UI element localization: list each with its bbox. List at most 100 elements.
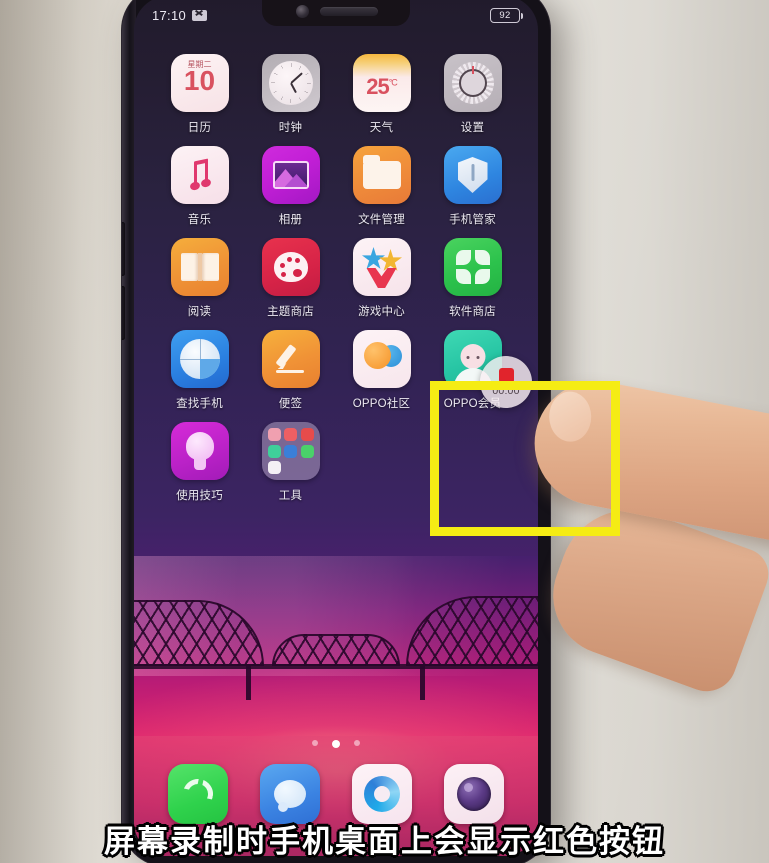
radar-shape: [179, 339, 220, 379]
app-icon-file-manager[interactable]: 文件管理: [336, 146, 427, 227]
app-label: 工具: [278, 490, 303, 502]
tools-folder-mini-icon-4: [267, 444, 281, 458]
app-row-2: 音乐 相册 文件管理 手机管家: [154, 146, 518, 227]
dock-item-messages[interactable]: [260, 764, 320, 824]
volume-down-button[interactable]: [122, 286, 125, 340]
tools-folder-mini-icon-1: [267, 428, 281, 441]
app-icon-weather[interactable]: 25°C 天气: [336, 54, 427, 135]
folder-icon: [352, 146, 411, 204]
dock-item-phone[interactable]: [168, 764, 228, 824]
app-label: 查找手机: [176, 398, 223, 410]
settings-gear-icon: [443, 54, 502, 112]
tools-folder-icon: [261, 422, 320, 480]
tools-folder-mini-icon-5: [284, 444, 297, 458]
pencil-shape: [274, 342, 308, 376]
display-notch: [262, 0, 410, 26]
book-icon: [170, 238, 229, 296]
app-row-3: 阅读 主题商店 游戏中心 软件商店: [154, 238, 518, 319]
app-icon-phone-manager[interactable]: 手机管家: [427, 146, 518, 227]
wallpaper-bridge-pier-1: [246, 664, 251, 700]
app-label: 便签: [278, 398, 303, 410]
app-icon-game-center[interactable]: 游戏中心: [336, 238, 427, 319]
lightbulb-icon: [170, 422, 229, 480]
message-bubble-icon: [274, 780, 306, 812]
front-camera-icon: [296, 5, 309, 18]
app-label: 阅读: [187, 306, 212, 318]
status-time: 17:10: [152, 7, 187, 23]
clock-icon: [261, 54, 320, 112]
radar-icon: [170, 330, 229, 388]
app-label: 游戏中心: [358, 306, 405, 318]
app-icon-photos[interactable]: 相册: [245, 146, 336, 227]
app-icon-theme-store[interactable]: 主题商店: [245, 238, 336, 319]
app-row-1: 星期二 10 日历 时钟 25°C 天气 设置: [154, 54, 518, 135]
photos-icon: [261, 146, 320, 204]
app-label: 设置: [460, 122, 485, 134]
browser-swirl-icon: [364, 776, 400, 812]
volume-up-button[interactable]: [122, 222, 125, 276]
app-icon-clock[interactable]: 时钟: [245, 54, 336, 135]
app-icon-oppo-community[interactable]: OPPO社区: [336, 330, 427, 411]
page-dot[interactable]: [354, 740, 360, 746]
app-icon-app-store[interactable]: 软件商店: [427, 238, 518, 319]
app-label: 日历: [187, 122, 212, 134]
shield-shape: [457, 157, 488, 193]
page-dot[interactable]: [312, 740, 318, 746]
bubbles-icon: [352, 330, 411, 388]
dock-item-browser[interactable]: [352, 764, 412, 824]
pencil-icon: [261, 330, 320, 388]
app-label: 相册: [278, 214, 303, 226]
petals-shape: [455, 250, 490, 284]
mute-icon: [192, 9, 208, 21]
shield-icon: [443, 146, 502, 204]
dock: [134, 764, 538, 824]
wallpaper-bridge-pier-2: [420, 664, 425, 700]
palette-shape: [273, 252, 308, 282]
phone-handset-icon: [183, 779, 213, 809]
page-dot-active[interactable]: [332, 740, 340, 748]
app-label: 软件商店: [449, 306, 496, 318]
app-label: 使用技巧: [176, 490, 223, 502]
dock-item-camera[interactable]: [444, 764, 504, 824]
app-icon-reading[interactable]: 阅读: [154, 238, 245, 319]
tools-folder-mini-icon-2: [284, 428, 297, 441]
app-icon-find-phone[interactable]: 查找手机: [154, 330, 245, 411]
app-label: 主题商店: [267, 306, 314, 318]
folder-shape: [362, 155, 401, 189]
app-icon-music[interactable]: 音乐: [154, 146, 245, 227]
clock-face: [268, 61, 313, 105]
calendar-icon: 星期二 10: [170, 54, 229, 112]
battery-indicator: 92: [490, 7, 524, 23]
status-bar-left: 17:10: [152, 7, 208, 23]
yellow-highlight-box: [430, 381, 620, 536]
bulb-shape: [183, 432, 217, 470]
screenshot-stage: 17:10 92 星期二 10 日历 时钟 25°C 天气 设置 音乐 相册 文…: [0, 0, 769, 863]
page-indicator[interactable]: [134, 740, 538, 748]
subtitle-caption: 屏幕录制时手机桌面上会显示红色按钮: [104, 824, 665, 860]
earpiece-speaker: [320, 7, 378, 16]
app-icon-calendar[interactable]: 星期二 10 日历: [154, 54, 245, 135]
app-icon-settings[interactable]: 设置: [427, 54, 518, 135]
star-icon: [352, 238, 411, 296]
app-label: 时钟: [278, 122, 303, 134]
weather-icon: 25°C: [352, 54, 411, 112]
wallpaper-bridge-truss-center: [272, 634, 400, 666]
book-shape: [180, 253, 219, 281]
tools-folder-mini-icon-7: [267, 461, 281, 474]
app-store-icon: [443, 238, 502, 296]
app-label: 天气: [369, 122, 394, 134]
app-folder-tools[interactable]: 工具: [245, 422, 336, 503]
photo-frame: [272, 161, 309, 189]
app-label: 音乐: [187, 214, 212, 226]
note-shape: [186, 158, 214, 192]
app-icon-notes[interactable]: 便签: [245, 330, 336, 411]
camera-lens-icon: [457, 777, 491, 811]
app-icon-tips[interactable]: 使用技巧: [154, 422, 245, 503]
calendar-day: 10: [183, 65, 216, 96]
tools-folder-mini-icon-6: [300, 444, 314, 458]
status-bar-right: 92: [490, 7, 524, 23]
palette-icon: [261, 238, 320, 296]
gear-shape: [451, 62, 494, 104]
app-label: OPPO社区: [352, 398, 411, 410]
music-note-icon: [170, 146, 229, 204]
